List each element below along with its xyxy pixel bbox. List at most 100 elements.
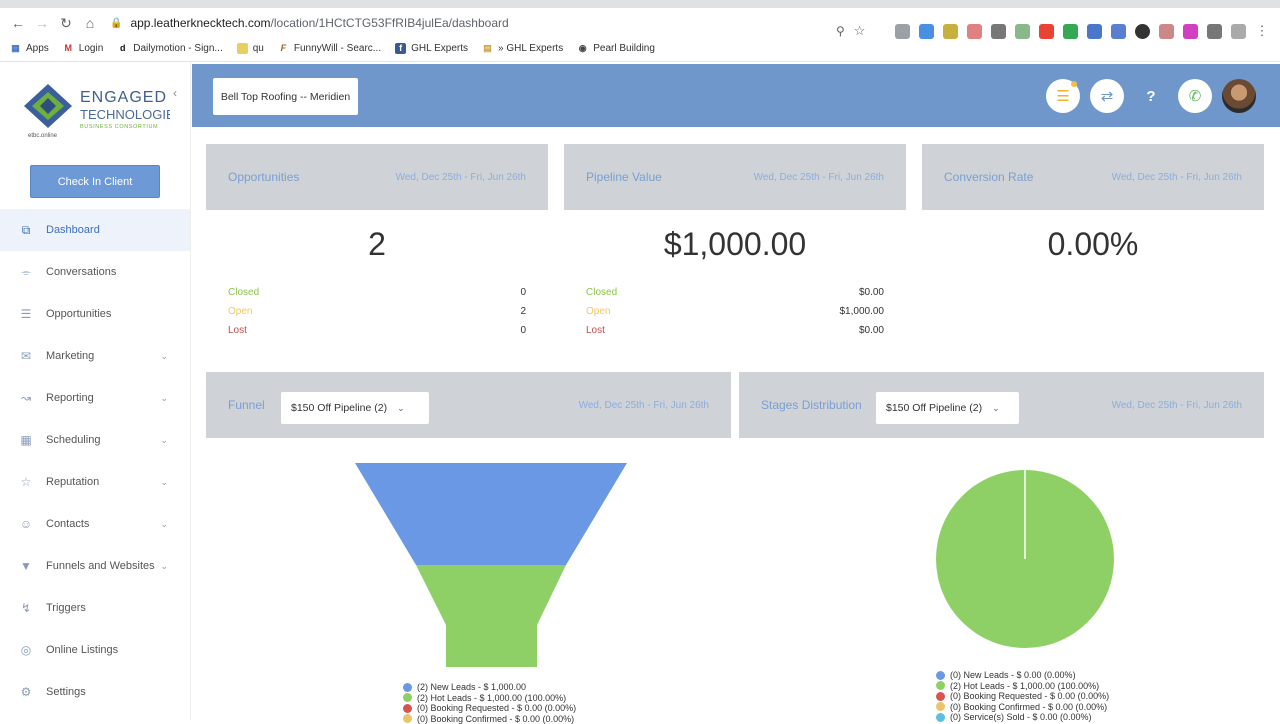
grammarly-extension-icon[interactable] [1063, 24, 1078, 39]
chevron-down-icon: ⌄ [160, 351, 168, 362]
sidebar-item-marketing[interactable]: ✉ Marketing ⌄ [0, 335, 190, 377]
pen-extension-icon[interactable] [991, 24, 1006, 39]
bookmark-login[interactable]: MLogin [63, 43, 103, 54]
person-icon: ☺ [18, 516, 34, 532]
sidebar-item-label: Marketing [46, 350, 94, 362]
chevron-down-icon: ⌄ [160, 393, 168, 404]
notifications-list-icon[interactable]: ☰ [1046, 79, 1080, 113]
stages-pie-chart [739, 438, 1264, 658]
sidebar: ENGAGED TECHNOLOGIES BUSINESS CONSORTIUM… [0, 62, 191, 720]
calendar-icon: ▦ [18, 432, 34, 448]
stages-distribution-card: Stages Distribution Wed, Dec 25th - Fri,… [739, 372, 1264, 720]
sidebar-item-label: Triggers [46, 602, 86, 614]
svg-text:ENGAGED: ENGAGED [80, 89, 167, 106]
plus-extension-icon[interactable] [919, 24, 934, 39]
square-extension-icon[interactable] [1183, 24, 1198, 39]
home-icon[interactable]: ⌂ [78, 11, 102, 35]
facebook-icon: f [395, 43, 406, 54]
sidebar-item-reporting[interactable]: ↝ Reporting ⌄ [0, 377, 190, 419]
sidebar-item-label: Settings [46, 686, 86, 698]
bookmark-ghl-experts[interactable]: fGHL Experts [395, 43, 468, 54]
reload-icon[interactable]: ↻ [54, 11, 78, 35]
phone-icon[interactable]: ✆ [1178, 79, 1212, 113]
card-title: Conversion Rate [944, 170, 1033, 184]
forward-icon[interactable]: → [30, 11, 54, 35]
svg-text:BUSINESS CONSORTIUM: BUSINESS CONSORTIUM [80, 124, 158, 130]
conversion-rate-value: 0.00% [922, 226, 1264, 263]
legend-item: (0) Booking Confirmed - $ 0.00 (0.00%) [403, 714, 576, 724]
sidebar-item-label: Funnels and Websites [46, 560, 155, 572]
sidebar-item-settings[interactable]: ⚙ Settings [0, 671, 190, 713]
bookmark-qu[interactable]: qu [237, 43, 264, 54]
date-range: Wed, Dec 25th - Fri, Jun 26th [754, 172, 884, 183]
stat-row-lost: Lost 0 [228, 325, 526, 339]
card-header: Opportunities Wed, Dec 25th - Fri, Jun 2… [206, 144, 548, 210]
google-extension-icon[interactable] [1039, 24, 1054, 39]
chart-bars-icon: ▤ [482, 43, 493, 54]
red-extension-icon[interactable] [967, 24, 982, 39]
bookmark-pearl-building[interactable]: ◉Pearl Building [577, 43, 655, 54]
sidebar-item-reputation[interactable]: ☆ Reputation ⌄ [0, 461, 190, 503]
funnel-card: Funnel Wed, Dec 25th - Fri, Jun 26th $15… [206, 372, 731, 720]
tab-strip[interactable] [0, 0, 1280, 8]
stages-legend: (0) New Leads - $ 0.00 (0.00%) (2) Hot L… [936, 670, 1109, 723]
location-switcher-button[interactable]: Bell Top Roofing -- Meridien [213, 78, 358, 115]
drive-extension-icon[interactable] [895, 24, 910, 39]
bookmark-ghl-experts-2[interactable]: ▤» GHL Experts [482, 43, 563, 54]
funnywill-icon: F [278, 43, 289, 54]
company-logo[interactable]: ENGAGED TECHNOLOGIES BUSINESS CONSORTIUM… [20, 82, 170, 142]
tag-extension-icon[interactable] [1159, 24, 1174, 39]
filter-extension-icon[interactable] [1111, 24, 1126, 39]
bookmark-dailymotion[interactable]: dDailymotion - Sign... [117, 43, 222, 54]
check-in-client-button[interactable]: Check In Client [30, 165, 160, 198]
legend-item: (0) Booking Requested - $ 0.00 (0.00%) [403, 703, 576, 714]
dark-extension-icon[interactable] [1135, 24, 1150, 39]
bookmark-apps[interactable]: ▦Apps [10, 43, 49, 54]
stat-row-lost: Lost $0.00 [586, 325, 884, 339]
sidebar-item-label: Contacts [46, 518, 89, 530]
card-header: Conversion Rate Wed, Dec 25th - Fri, Jun… [922, 144, 1264, 210]
help-icon[interactable]: ? [1134, 79, 1168, 113]
sidebar-item-funnels-and-websites[interactable]: ▼ Funnels and Websites ⌄ [0, 545, 190, 587]
conversion-rate-card: Conversion Rate Wed, Dec 25th - Fri, Jun… [922, 144, 1264, 356]
stages-pipeline-dropdown[interactable]: $150 Off Pipeline (2) ⌄ [876, 392, 1019, 424]
header-actions: ☰ ⇄ ? ✆ [1046, 79, 1256, 113]
url-host: app.leatherknecktech.com [130, 16, 270, 30]
camera-extension-icon[interactable] [1087, 24, 1102, 39]
pipeline-value: $1,000.00 [564, 226, 906, 263]
stat-row-closed: Closed $0.00 [586, 287, 884, 301]
switch-arrows-icon[interactable]: ⇄ [1090, 79, 1124, 113]
funnel-legend: (2) New Leads - $ 1,000.00 (2) Hot Leads… [403, 682, 576, 724]
date-range: Wed, Dec 25th - Fri, Jun 26th [396, 172, 526, 183]
dashboard-icon: ⧉ [18, 222, 34, 238]
chevron-down-icon: ⌄ [160, 519, 168, 530]
badge-extension-icon[interactable] [943, 24, 958, 39]
avatar[interactable] [1222, 79, 1256, 113]
check-extension-icon[interactable] [1015, 24, 1030, 39]
bookmark-funnywill[interactable]: FFunnyWill - Searc... [278, 43, 381, 54]
key-icon[interactable]: ⚲ [836, 24, 845, 38]
logo-mark: ENGAGED TECHNOLOGIES BUSINESS CONSORTIUM… [20, 82, 170, 142]
reader-extension-icon[interactable] [1231, 24, 1246, 39]
bookmark-star-icon[interactable]: ☆ [854, 23, 866, 39]
sidebar-item-contacts[interactable]: ☺ Contacts ⌄ [0, 503, 190, 545]
legend-item: (0) Service(s) Sold - $ 0.00 (0.00%) [936, 712, 1109, 723]
sidebar-item-dashboard[interactable]: ⧉ Dashboard [0, 209, 190, 251]
sidebar-item-triggers[interactable]: ↯ Triggers [0, 587, 190, 629]
back-icon[interactable]: ← [6, 11, 30, 35]
sidebar-item-label: Dashboard [46, 224, 100, 236]
sidebar-item-label: Opportunities [46, 308, 111, 320]
legend-item: (0) New Leads - $ 0.00 (0.00%) [936, 670, 1109, 681]
sidebar-item-opportunities[interactable]: ☰ Opportunities [0, 293, 190, 335]
funnel-segment-new-leads [355, 463, 627, 565]
funnel-pipeline-dropdown[interactable]: $150 Off Pipeline (2) ⌄ [281, 392, 429, 424]
sidebar-item-conversations[interactable]: ⌯ Conversations [0, 251, 190, 293]
sidebar-item-online-listings[interactable]: ◎ Online Listings [0, 629, 190, 671]
opportunities-count: 2 [206, 226, 548, 263]
collapse-sidebar-icon[interactable]: ‹ [173, 86, 177, 100]
sidebar-item-scheduling[interactable]: ▦ Scheduling ⌄ [0, 419, 190, 461]
kebab-menu-icon[interactable]: ⋮ [1255, 23, 1268, 39]
url-path: /location/1HCtCTG53FfRIB4julEa/dashboard [271, 16, 509, 30]
puzzle-icon[interactable] [1207, 24, 1222, 39]
url-field[interactable]: 🔒 app.leatherknecktech.com/location/1HCt… [110, 12, 885, 34]
